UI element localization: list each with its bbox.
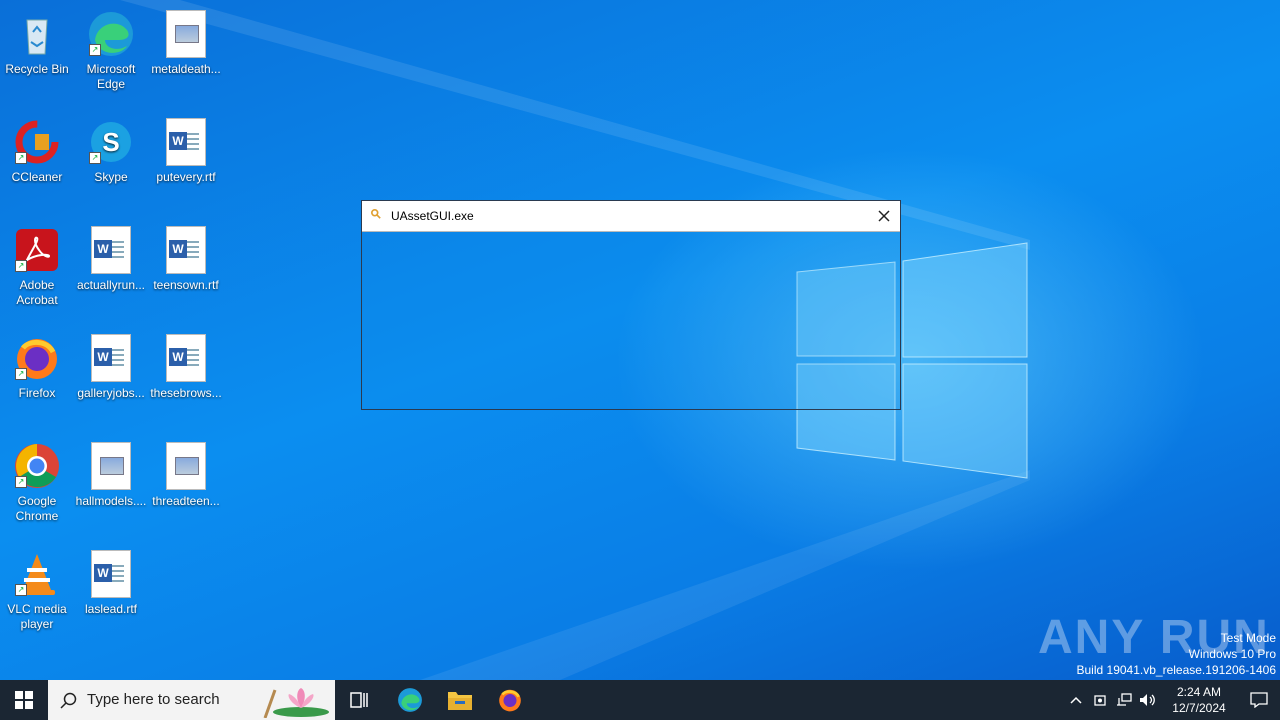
skype-icon: S ↗ xyxy=(87,118,135,166)
build-label: Build 19041.vb_release.191206-1406 xyxy=(1076,663,1277,677)
desktop-icon-microsoft-edge[interactable]: ↗ Microsoft Edge xyxy=(75,8,147,92)
desktop-icon-label: Google Chrome xyxy=(15,494,59,523)
clock[interactable]: 2:24 AM 12/7/2024 xyxy=(1166,684,1232,716)
show-hidden-icons-button[interactable] xyxy=(1064,680,1088,720)
os-watermark: Test Mode Windows 10 Pro Build 19041.vb_… xyxy=(1077,630,1277,678)
word-document-icon: W xyxy=(87,334,135,382)
shortcut-arrow-icon: ↗ xyxy=(89,44,101,56)
desktop-icon-label: Skype xyxy=(94,170,128,184)
taskbar-search-placeholder: Type here to search xyxy=(87,691,220,708)
chrome-icon: ↗ xyxy=(13,442,61,490)
edge-icon: ↗ xyxy=(87,10,135,58)
task-view-icon xyxy=(350,692,368,708)
chevron-up-icon xyxy=(1070,696,1082,704)
lotus-illustration-icon xyxy=(263,688,329,718)
firefox-icon: ↗ xyxy=(13,334,61,382)
tray-app-button[interactable] xyxy=(1088,680,1112,720)
firefox-icon xyxy=(499,689,521,712)
desktop-icon-label: hallmodels.... xyxy=(75,494,147,508)
desktop-icon-label: actuallyrun... xyxy=(76,278,146,292)
taskbar-file-explorer-button[interactable] xyxy=(435,680,485,720)
desktop-icon-google-chrome[interactable]: ↗ Google Chrome xyxy=(1,440,73,524)
recycle-bin-icon xyxy=(13,10,61,58)
desktop-icon-label: Firefox xyxy=(18,386,56,400)
notification-icon xyxy=(1250,692,1268,708)
word-document-icon: W xyxy=(162,118,210,166)
word-document-icon: W xyxy=(87,550,135,598)
windows-logo-icon xyxy=(15,691,33,709)
tray-app-icon xyxy=(1094,695,1106,706)
shortcut-arrow-icon: ↗ xyxy=(15,260,27,272)
desktop-icon-threadteen[interactable]: threadteen... xyxy=(150,440,222,509)
desktop-icon-label: metaldeath... xyxy=(151,62,221,76)
desktop-icon-label: putevery.rtf xyxy=(156,170,216,184)
ccleaner-icon: ↗ xyxy=(13,118,61,166)
taskbar: Type here to search 2:24 AM 12/7/2024 xyxy=(0,680,1280,720)
desktop-icon-label: thesebrows... xyxy=(150,386,222,400)
desktop-icon-vlc[interactable]: ↗ VLC media player xyxy=(1,548,73,632)
desktop-icon-label: CCleaner xyxy=(11,170,63,184)
test-mode-label: Test Mode xyxy=(1220,631,1276,645)
volume-button[interactable] xyxy=(1136,680,1160,720)
edition-label: Windows 10 Pro xyxy=(1188,647,1276,661)
shortcut-arrow-icon: ↗ xyxy=(15,152,27,164)
image-file-icon xyxy=(162,10,210,58)
desktop-icon-teensown[interactable]: W teensown.rtf xyxy=(150,224,222,293)
close-icon[interactable] xyxy=(876,208,892,224)
clock-time: 2:24 AM xyxy=(1176,685,1222,699)
image-file-icon xyxy=(162,442,210,490)
desktop-icon-label: galleryjobs... xyxy=(77,386,145,400)
vlc-icon: ↗ xyxy=(13,550,61,598)
desktop-icon-hallmodels[interactable]: hallmodels.... xyxy=(75,440,147,509)
shortcut-arrow-icon: ↗ xyxy=(15,368,27,380)
desktop-icon-recycle-bin[interactable]: Recycle Bin xyxy=(1,8,73,77)
folder-icon xyxy=(448,692,472,710)
clock-date: 12/7/2024 xyxy=(1172,701,1226,715)
acrobat-icon: ↗ xyxy=(13,226,61,274)
desktop-icon-label: Microsoft Edge xyxy=(86,62,136,91)
start-button[interactable] xyxy=(0,680,48,720)
word-document-icon: W xyxy=(162,226,210,274)
taskbar-edge-button[interactable] xyxy=(385,680,435,720)
word-document-icon: W xyxy=(87,226,135,274)
task-view-button[interactable] xyxy=(335,680,385,720)
desktop-icon-putevery[interactable]: W putevery.rtf xyxy=(150,116,222,185)
desktop-icon-metaldeath[interactable]: metaldeath... xyxy=(150,8,222,77)
svg-text:S: S xyxy=(102,127,119,157)
desktop-icon-adobe-acrobat[interactable]: ↗ Adobe Acrobat xyxy=(1,224,73,308)
desktop-icon-label: laslead.rtf xyxy=(84,602,138,616)
taskbar-firefox-button[interactable] xyxy=(485,680,535,720)
desktop-icon-galleryjobs[interactable]: W galleryjobs... xyxy=(75,332,147,401)
desktop-icon-skype[interactable]: S ↗ Skype xyxy=(75,116,147,185)
action-center-button[interactable] xyxy=(1238,680,1280,720)
desktop-icon-label: teensown.rtf xyxy=(153,278,219,292)
image-file-icon xyxy=(87,442,135,490)
network-button[interactable] xyxy=(1112,680,1136,720)
edge-icon xyxy=(398,688,422,712)
taskbar-search-box[interactable]: Type here to search xyxy=(48,680,335,720)
desktop-icon-label: Recycle Bin xyxy=(5,62,69,76)
search-icon xyxy=(60,692,77,709)
desktop-icon-actuallyrun[interactable]: W actuallyrun... xyxy=(75,224,147,293)
word-document-icon: W xyxy=(162,334,210,382)
system-tray: 2:24 AM 12/7/2024 xyxy=(1064,680,1280,720)
shortcut-arrow-icon: ↗ xyxy=(89,152,101,164)
speaker-icon xyxy=(1140,694,1155,706)
shortcut-arrow-icon: ↗ xyxy=(15,584,27,596)
desktop-icon-label: VLC media player xyxy=(7,602,67,631)
search-input[interactable]: UAssetGUI.exe xyxy=(391,201,474,231)
network-icon xyxy=(1117,693,1132,706)
search-bar[interactable]: UAssetGUI.exe xyxy=(362,201,900,232)
search-popup: UAssetGUI.exe xyxy=(361,200,901,410)
desktop-icon-thesebrows[interactable]: W thesebrows... xyxy=(150,332,222,401)
desktop-icon-laslead[interactable]: W laslead.rtf xyxy=(75,548,147,617)
shortcut-arrow-icon: ↗ xyxy=(15,476,27,488)
desktop-icon-label: Adobe Acrobat xyxy=(16,278,58,307)
search-icon xyxy=(371,209,381,219)
desktop-icon-firefox[interactable]: ↗ Firefox xyxy=(1,332,73,401)
desktop-icon-label: threadteen... xyxy=(152,494,220,508)
desktop-icon-ccleaner[interactable]: ↗ CCleaner xyxy=(1,116,73,185)
